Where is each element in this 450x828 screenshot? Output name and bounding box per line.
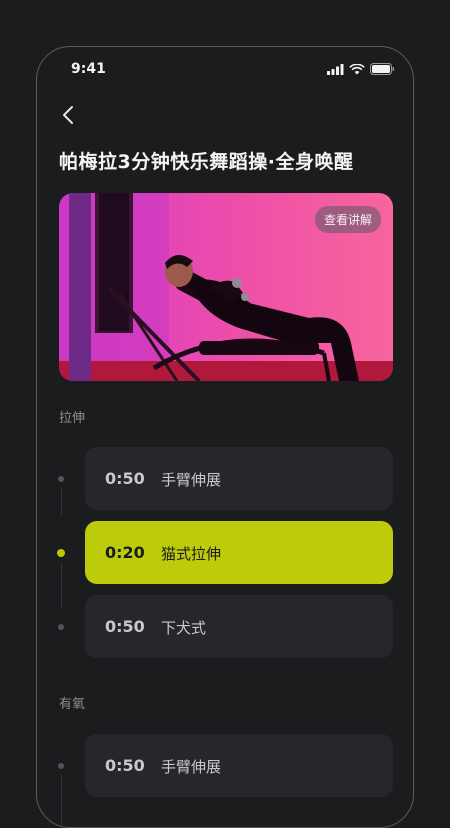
exercise-duration: 0:20 <box>105 543 145 562</box>
section-label-aerobic: 有氧 <box>59 697 86 712</box>
wifi-icon <box>349 63 365 74</box>
exercise-item-arm-stretch[interactable]: 0:50 手臂伸展 <box>85 447 393 510</box>
exercise-duration: 0:50 <box>105 469 145 488</box>
back-button[interactable] <box>57 103 81 127</box>
exercise-item-cat-stretch[interactable]: 0:20 猫式拉伸 <box>85 521 393 584</box>
exercise-name: 手臂伸展 <box>161 758 222 776</box>
status-bar: 9:41 <box>37 47 413 91</box>
exercise-name: 下犬式 <box>161 619 207 637</box>
chevron-left-icon <box>63 106 73 124</box>
timeline-connector <box>61 487 62 515</box>
timeline-dot-active <box>57 549 65 557</box>
exercise-name: 手臂伸展 <box>161 471 222 489</box>
exercise-name: 猫式拉伸 <box>161 545 222 563</box>
section-label-stretch: 拉伸 <box>59 411 86 426</box>
view-explanation-button[interactable]: 查看讲解 <box>314 206 381 233</box>
timeline-dot <box>58 763 64 769</box>
timeline-dot <box>58 624 64 630</box>
status-time: 9:41 <box>71 61 106 77</box>
phone-frame: 9:41 帕梅拉3分钟快乐舞蹈操·全身唤醒 查看讲解 拉伸 0:50 手臂伸展 … <box>36 46 414 828</box>
exercise-item-arm-stretch-aerobic[interactable]: 0:50 手臂伸展 <box>85 734 393 797</box>
page-title: 帕梅拉3分钟快乐舞蹈操·全身唤醒 <box>59 151 354 173</box>
exercise-item-downward-dog[interactable]: 0:50 下犬式 <box>85 595 393 658</box>
timeline-connector <box>61 563 62 609</box>
timeline-connector <box>61 775 62 827</box>
battery-icon <box>370 63 395 75</box>
status-icons <box>327 63 395 75</box>
workout-video-thumbnail[interactable]: 查看讲解 <box>59 193 393 381</box>
timeline-dot <box>58 476 64 482</box>
exercise-duration: 0:50 <box>105 617 145 636</box>
signal-icon <box>327 63 344 75</box>
exercise-duration: 0:50 <box>105 756 145 775</box>
